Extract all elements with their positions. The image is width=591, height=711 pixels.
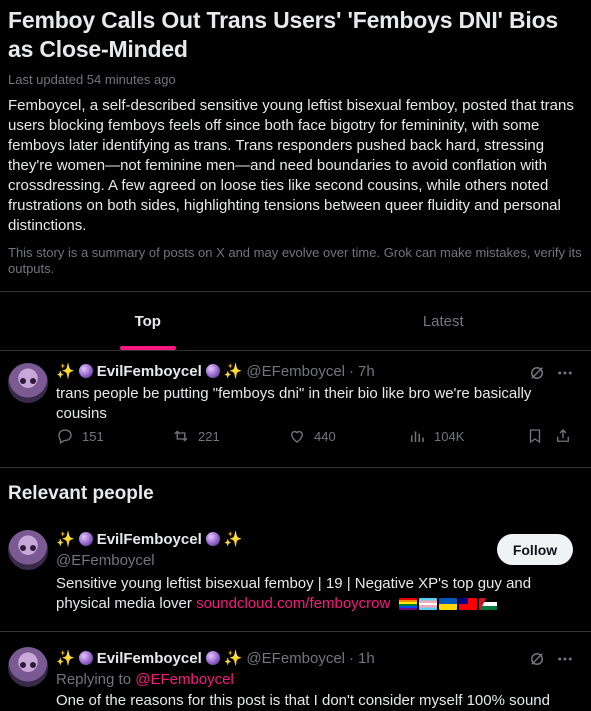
person-name[interactable]: EvilFemboycel (97, 531, 202, 548)
reply-icon (56, 427, 74, 445)
grok-icon[interactable] (528, 650, 546, 668)
sparkles-icon: ✨ (56, 649, 75, 667)
tab-top-label: Top (135, 313, 161, 330)
avatar[interactable] (8, 530, 48, 570)
sparkles-icon: ✨ (224, 649, 243, 667)
author-name[interactable]: EvilFemboycel (97, 363, 202, 380)
flag-emojis (399, 598, 497, 610)
repost-count: 221 (198, 429, 220, 444)
follow-button[interactable]: Follow (497, 534, 573, 565)
story-summary: Femboycel, a self-described sensitive yo… (8, 96, 583, 236)
avatar[interactable] (8, 647, 48, 687)
palestine-flag-icon (479, 598, 497, 610)
like-count: 440 (314, 429, 336, 444)
reply-button[interactable]: 151 (56, 427, 104, 445)
post-time[interactable]: 1h (358, 650, 375, 667)
story-title: Femboy Calls Out Trans Users' 'Femboys D… (8, 6, 583, 64)
story-disclaimer: This story is a summary of posts on X an… (8, 245, 583, 277)
post-time[interactable]: 7h (358, 363, 375, 380)
person-name-row: ✨ EvilFemboycel ✨ (56, 530, 242, 548)
heart-icon (288, 427, 306, 445)
post-text: One of the reasons for this post is that… (56, 691, 586, 711)
avatar[interactable] (8, 363, 48, 403)
last-updated: Last updated 54 minutes ago (8, 72, 583, 87)
more-options-icon[interactable] (556, 650, 574, 668)
more-options-icon[interactable] (556, 364, 574, 382)
sparkles-icon: ✨ (224, 362, 243, 380)
repost-button[interactable]: 221 (172, 427, 220, 445)
person-handle[interactable]: @EFemboycel (56, 552, 155, 569)
grok-icon[interactable] (528, 364, 546, 382)
sparkles-icon: ✨ (56, 362, 75, 380)
transgender-flag-icon (419, 598, 437, 610)
author-handle[interactable]: @EFemboycel (246, 363, 345, 380)
rainbow-flag-icon (399, 598, 417, 610)
sparkles-icon: ✨ (56, 530, 75, 548)
sparkles-icon: ✨ (224, 530, 243, 548)
crystal-ball-icon (206, 651, 220, 665)
share-icon[interactable] (554, 427, 572, 445)
author-handle[interactable]: @EFemboycel (246, 650, 345, 667)
relevant-people-heading: Relevant people (8, 483, 154, 505)
views-button[interactable]: 104K (408, 427, 464, 445)
taiwan-flag-icon (459, 598, 477, 610)
relevant-person-card[interactable]: ✨ EvilFemboycel ✨ @EFemboycel Follow Sen… (0, 518, 591, 630)
story-section: Femboy Calls Out Trans Users' 'Femboys D… (0, 0, 591, 277)
repost-icon (172, 427, 190, 445)
post-text: trans people be putting "femboys dni" in… (56, 384, 556, 424)
bookmark-icon[interactable] (526, 427, 544, 445)
post-card[interactable]: ✨ EvilFemboycel ✨ @EFemboycel · 1h Reply… (0, 632, 591, 707)
author-name[interactable]: EvilFemboycel (97, 650, 202, 667)
view-count: 104K (434, 429, 464, 444)
crystal-ball-icon (79, 364, 93, 378)
crystal-ball-icon (206, 532, 220, 546)
ukraine-flag-icon (439, 598, 457, 610)
crystal-ball-icon (206, 364, 220, 378)
tab-latest[interactable]: Latest (296, 292, 591, 350)
person-bio: Sensitive young leftist bisexual femboy … (56, 574, 566, 614)
replying-to-line: Replying to @EFemboycel (56, 670, 234, 690)
reply-count: 151 (82, 429, 104, 444)
crystal-ball-icon (79, 651, 93, 665)
replying-prefix: Replying to (56, 671, 131, 688)
tab-bar: Top Latest (0, 291, 591, 351)
replying-to-handle[interactable]: @EFemboycel (135, 671, 234, 688)
tab-latest-label: Latest (423, 313, 464, 330)
post-card[interactable]: ✨ EvilFemboycel ✨ @EFemboycel · 7h trans… (0, 350, 591, 467)
crystal-ball-icon (79, 532, 93, 546)
post-author-row: ✨ EvilFemboycel ✨ @EFemboycel · 1h (56, 649, 375, 667)
like-button[interactable]: 440 (288, 427, 336, 445)
views-icon (408, 427, 426, 445)
bio-link[interactable]: soundcloud.com/femboycrow (196, 595, 390, 612)
post-author-row: ✨ EvilFemboycel ✨ @EFemboycel · 7h (56, 362, 375, 380)
tab-top[interactable]: Top (0, 292, 296, 350)
divider (0, 467, 591, 468)
